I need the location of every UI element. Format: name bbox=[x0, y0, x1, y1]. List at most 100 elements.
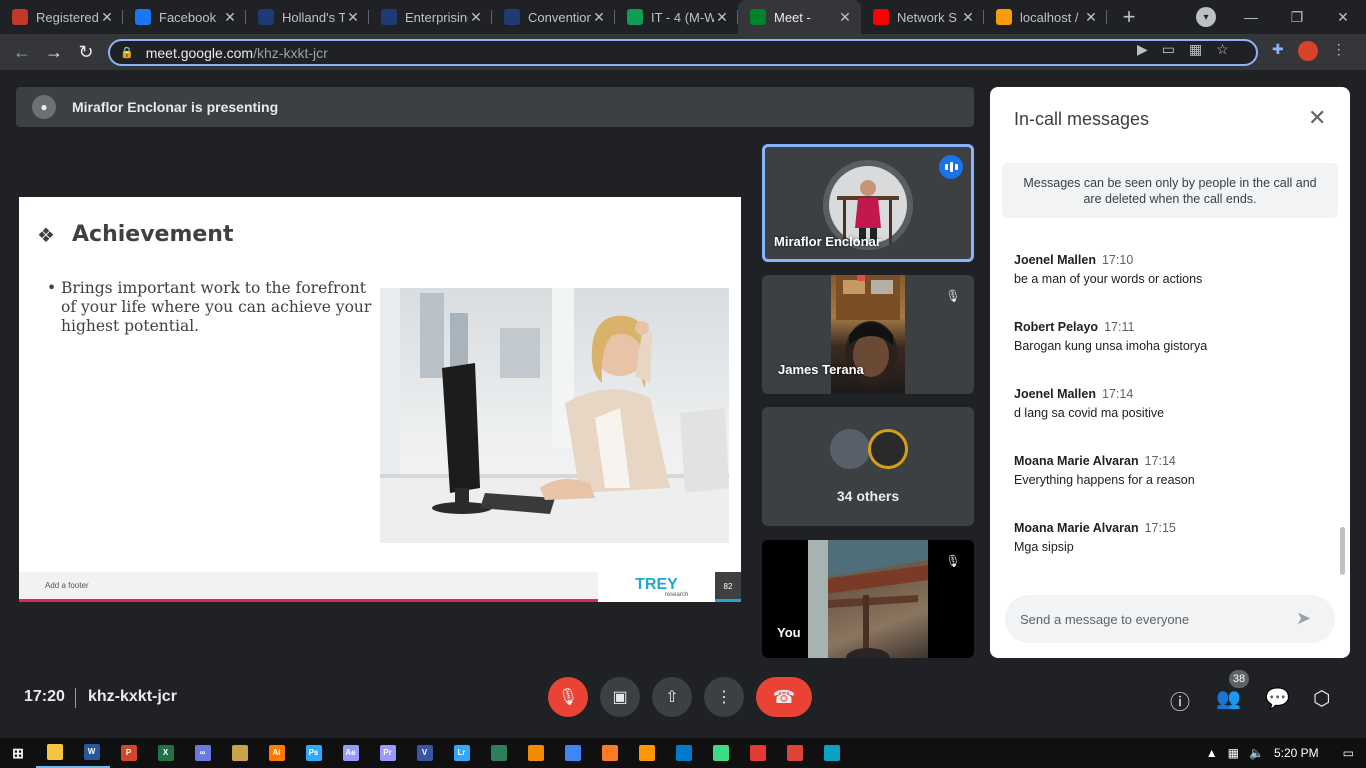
extension-icons: ✚ ⋮ bbox=[1272, 41, 1346, 61]
volume-icon[interactable]: 🔈 bbox=[1249, 746, 1264, 760]
tab-close-icon[interactable]: ✕ bbox=[960, 9, 976, 26]
tab-close-icon[interactable]: ✕ bbox=[1083, 9, 1099, 26]
tab-close-icon[interactable]: ✕ bbox=[468, 9, 484, 26]
tab-close-icon[interactable]: ✕ bbox=[591, 9, 607, 26]
tab-search-icon[interactable]: ▾ bbox=[1196, 7, 1216, 27]
more-options-button[interactable]: ⋮ bbox=[704, 677, 744, 717]
taskbar-app-app[interactable] bbox=[221, 738, 258, 768]
camera-toggle-button[interactable]: ▣ bbox=[600, 677, 640, 717]
participant-name: James Terana bbox=[778, 362, 864, 377]
tab-close-icon[interactable]: ✕ bbox=[837, 9, 853, 26]
taskbar-app-premiere[interactable]: Pr bbox=[369, 738, 406, 768]
taskbar-app-illustrator[interactable]: Ai bbox=[258, 738, 295, 768]
send-icon[interactable]: ➤ bbox=[1296, 608, 1311, 629]
close-icon[interactable]: ✕ bbox=[1308, 107, 1326, 129]
cast-icon[interactable]: ▭ bbox=[1162, 41, 1175, 58]
self-tile[interactable]: 🎙 You bbox=[762, 540, 974, 658]
taskbar-app-excel[interactable]: X bbox=[147, 738, 184, 768]
new-tab-icon[interactable]: + bbox=[1113, 0, 1145, 34]
vscode-icon bbox=[675, 745, 692, 761]
close-window-icon[interactable]: ✕ bbox=[1320, 9, 1366, 26]
taskbar-app-vlc[interactable] bbox=[517, 738, 554, 768]
file-explorer-icon bbox=[46, 744, 63, 760]
camera-icon[interactable]: ▶ bbox=[1137, 41, 1148, 58]
reload-icon[interactable]: ↻ bbox=[70, 42, 102, 63]
activities-icon[interactable]: ⬡ bbox=[1313, 686, 1330, 711]
browser-tab[interactable]: Meet - ✕ bbox=[738, 0, 861, 34]
browser-tab[interactable]: Convention ✕ bbox=[492, 0, 615, 34]
excel-icon: X bbox=[157, 745, 174, 761]
mic-toggle-button[interactable]: 🎙 bbox=[548, 677, 588, 717]
forward-icon[interactable]: → bbox=[38, 42, 70, 63]
taskbar-app-link[interactable]: ∞ bbox=[184, 738, 221, 768]
browser-tab[interactable]: localhost / ✕ bbox=[984, 0, 1107, 34]
taskbar-clock[interactable]: 5:20 PM bbox=[1274, 746, 1319, 760]
browser-tab[interactable]: IT - 4 (M-W ✕ bbox=[615, 0, 738, 34]
taskbar-app-lightroom[interactable]: Lr bbox=[443, 738, 480, 768]
meeting-info-icon[interactable]: ⓘ bbox=[1170, 686, 1190, 715]
taskbar-app-file-explorer[interactable] bbox=[36, 738, 73, 768]
taskbar-app-xampp[interactable] bbox=[591, 738, 628, 768]
tab-title: Convention bbox=[528, 9, 591, 25]
people-count-badge: 38 bbox=[1229, 670, 1249, 688]
photos-icon bbox=[823, 745, 840, 761]
photoshop-icon: Ps bbox=[305, 745, 322, 761]
taskbar-app-visio[interactable]: V bbox=[406, 738, 443, 768]
presenter-tile[interactable]: Miraflor Enclonar bbox=[762, 144, 974, 262]
tab-close-icon[interactable]: ✕ bbox=[345, 9, 361, 26]
others-tile[interactable]: 34 others bbox=[762, 407, 974, 526]
tab-close-icon[interactable]: ✕ bbox=[99, 9, 115, 26]
present-button[interactable]: ⇧ bbox=[652, 677, 692, 717]
minimize-icon[interactable]: — bbox=[1228, 9, 1274, 25]
tab-close-icon[interactable]: ✕ bbox=[222, 9, 238, 26]
self-video bbox=[808, 540, 928, 658]
taskbar-app-recorder[interactable] bbox=[739, 738, 776, 768]
profile-avatar[interactable] bbox=[1297, 41, 1318, 61]
taskbar-app-photos[interactable] bbox=[813, 738, 850, 768]
chat-scrollbar[interactable] bbox=[1340, 527, 1345, 575]
message-text: Barogan kung unsa imoha gistorya bbox=[1014, 339, 1208, 353]
tray-chevron-icon[interactable]: ▲ bbox=[1206, 746, 1218, 760]
chat-message-input[interactable]: Send a message to everyone bbox=[1005, 595, 1335, 643]
after-effects-icon: Ae bbox=[342, 745, 359, 761]
notifications-icon[interactable]: ▭ bbox=[1343, 746, 1354, 760]
taskbar-app-sublime[interactable] bbox=[628, 738, 665, 768]
taskbar-app-android[interactable] bbox=[702, 738, 739, 768]
taskbar-app-photoshop[interactable]: Ps bbox=[295, 738, 332, 768]
chat-message: Joenel Mallen 17:10 be a man of your words… bbox=[1014, 253, 1324, 286]
lock-icon: 🔒 bbox=[120, 47, 134, 59]
browser-tab[interactable]: Enterprising ✕ bbox=[369, 0, 492, 34]
taskbar-app-chrome2[interactable] bbox=[776, 738, 813, 768]
tab-title: Meet - bbox=[774, 9, 811, 25]
tab-grid-icon[interactable]: ▦ bbox=[1189, 41, 1202, 58]
lightroom-icon: Lr bbox=[453, 745, 470, 761]
people-icon[interactable]: 👥 bbox=[1216, 686, 1241, 711]
chat-icon[interactable]: 💬 bbox=[1265, 686, 1290, 711]
browser-tab[interactable]: Holland's T ✕ bbox=[246, 0, 369, 34]
bookmark-star-icon[interactable]: ☆ bbox=[1216, 41, 1229, 58]
message-text: Mga sipsip bbox=[1014, 540, 1074, 554]
back-icon[interactable]: ← bbox=[6, 42, 38, 63]
taskbar-app-chrome[interactable] bbox=[554, 738, 591, 768]
taskbar-app-vscode[interactable] bbox=[665, 738, 702, 768]
taskbar-app-after-effects[interactable]: Ae bbox=[332, 738, 369, 768]
browser-tab[interactable]: Registered ✕ bbox=[0, 0, 123, 34]
message-text: Everything happens for a reason bbox=[1014, 473, 1195, 487]
tab-favicon-icon bbox=[258, 9, 274, 25]
browser-tab[interactable]: Network S ✕ bbox=[861, 0, 984, 34]
network-icon[interactable]: ▦ bbox=[1228, 746, 1239, 760]
taskbar-app-powerpoint[interactable]: P bbox=[110, 738, 147, 768]
leave-call-button[interactable]: ☎ bbox=[756, 677, 812, 717]
extensions-icon[interactable]: ✚ bbox=[1272, 41, 1284, 61]
message-time: 17:14 bbox=[1101, 387, 1134, 401]
start-icon[interactable]: ⊞ bbox=[0, 738, 36, 768]
omnibox-icons: ▶ ▭ ▦ ☆ bbox=[1137, 41, 1229, 58]
tab-close-icon[interactable]: ✕ bbox=[714, 9, 730, 26]
browser-tab[interactable]: Facebook ✕ bbox=[123, 0, 246, 34]
restore-icon[interactable]: ❐ bbox=[1274, 9, 1320, 26]
address-bar[interactable]: 🔒 meet.google.com/khz-kxkt-jcr bbox=[108, 39, 1258, 66]
participant-tile[interactable]: 🎙 James Terana bbox=[762, 275, 974, 394]
taskbar-app-word[interactable]: W bbox=[73, 738, 110, 768]
menu-icon[interactable]: ⋮ bbox=[1332, 41, 1346, 61]
taskbar-app-app2[interactable] bbox=[480, 738, 517, 768]
